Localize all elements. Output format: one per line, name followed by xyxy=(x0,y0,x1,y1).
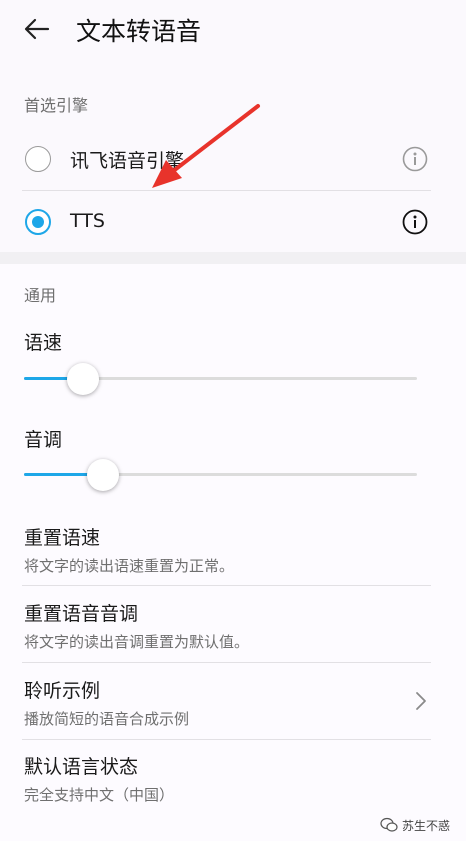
info-icon[interactable] xyxy=(402,209,428,235)
item-subtitle: 播放简短的语音合成示例 xyxy=(24,710,190,728)
watermark: 苏生不惑 xyxy=(380,815,450,835)
radio-button-xunfei[interactable] xyxy=(25,146,51,172)
speech-rate-label: 语速 xyxy=(24,332,63,354)
engine-option-tts[interactable]: TTS xyxy=(0,191,466,253)
section-separator xyxy=(0,252,466,264)
arrow-left-icon xyxy=(24,18,50,40)
item-title: 重置语音音调 xyxy=(24,603,139,625)
engine-option-xunfei[interactable]: 讯飞语音引擎 xyxy=(0,128,466,190)
back-button[interactable] xyxy=(22,14,52,44)
general-section-label: 通用 xyxy=(24,286,57,305)
item-title: 重置语速 xyxy=(24,527,101,549)
item-title: 默认语言状态 xyxy=(24,756,139,778)
engine-label-xunfei: 讯飞语音引擎 xyxy=(70,150,185,172)
pitch-slider-track[interactable] xyxy=(24,473,417,476)
reset-speech-rate-item[interactable]: 重置语速 将文字的读出语速重置为正常。 xyxy=(0,512,466,584)
chevron-right-icon xyxy=(416,692,426,710)
default-language-status-item[interactable]: 默认语言状态 完全支持中文（中国） xyxy=(0,740,466,816)
pitch-slider-thumb[interactable] xyxy=(86,459,119,491)
item-subtitle: 将文字的读出语速重置为正常。 xyxy=(24,557,235,575)
page-title: 文本转语音 xyxy=(76,17,202,46)
preferred-engine-section-label: 首选引擎 xyxy=(24,96,89,115)
watermark-text: 苏生不惑 xyxy=(402,818,451,833)
speech-rate-slider-thumb[interactable] xyxy=(66,363,99,395)
reset-pitch-item[interactable]: 重置语音音调 将文字的读出音调重置为默认值。 xyxy=(0,586,466,662)
engine-label-tts: TTS xyxy=(70,210,105,232)
wechat-icon xyxy=(380,817,398,832)
item-title: 聆听示例 xyxy=(24,680,101,702)
app-bar: 文本转语音 xyxy=(0,0,466,60)
info-icon[interactable] xyxy=(402,146,428,172)
item-subtitle: 将文字的读出音调重置为默认值。 xyxy=(24,633,250,651)
radio-button-tts[interactable] xyxy=(25,209,51,235)
item-subtitle: 完全支持中文（中国） xyxy=(24,786,175,804)
listen-example-item[interactable]: 聆听示例 播放简短的语音合成示例 xyxy=(0,663,466,739)
pitch-label: 音调 xyxy=(24,429,63,451)
